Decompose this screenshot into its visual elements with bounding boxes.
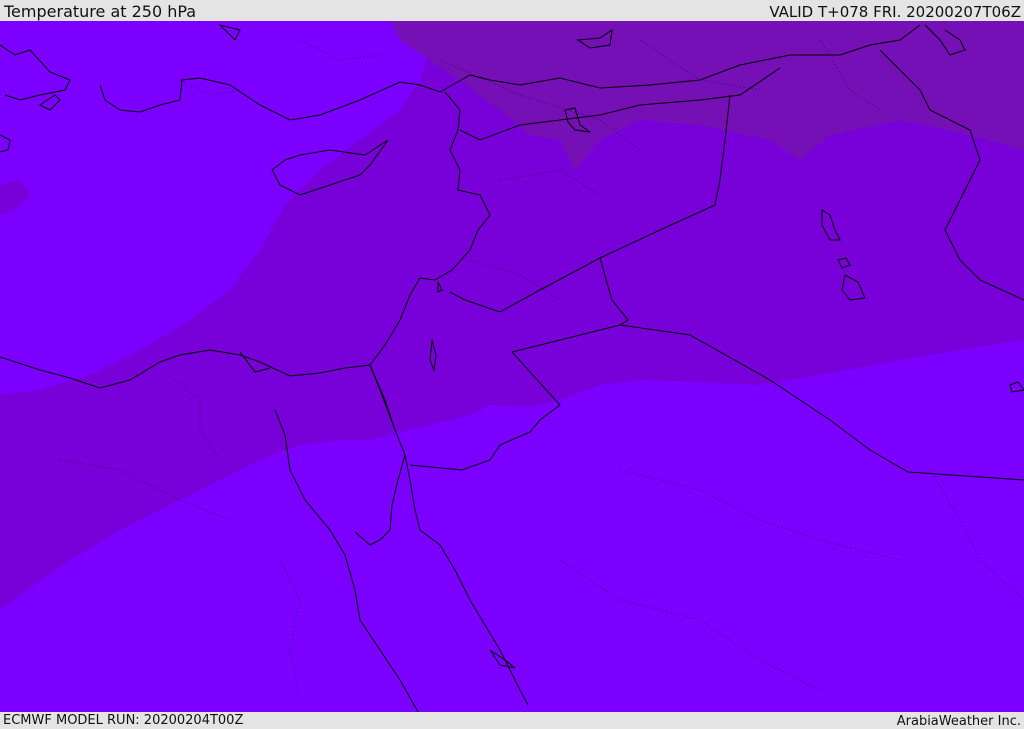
valid-time-label: VALID T+078 FRI. 20200207T06Z (769, 3, 1021, 21)
temperature-map[interactable] (0, 21, 1024, 712)
map-title: Temperature at 250 hPa (4, 2, 197, 21)
header-bar: Temperature at 250 hPa VALID T+078 FRI. … (0, 0, 1024, 21)
footer-bar: ECMWF MODEL RUN: 20200204T00Z ArabiaWeat… (0, 712, 1024, 729)
map-canvas (0, 21, 1024, 712)
model-run-label: ECMWF MODEL RUN: 20200204T00Z (3, 713, 244, 728)
credit-label: ArabiaWeather Inc. (896, 714, 1021, 729)
